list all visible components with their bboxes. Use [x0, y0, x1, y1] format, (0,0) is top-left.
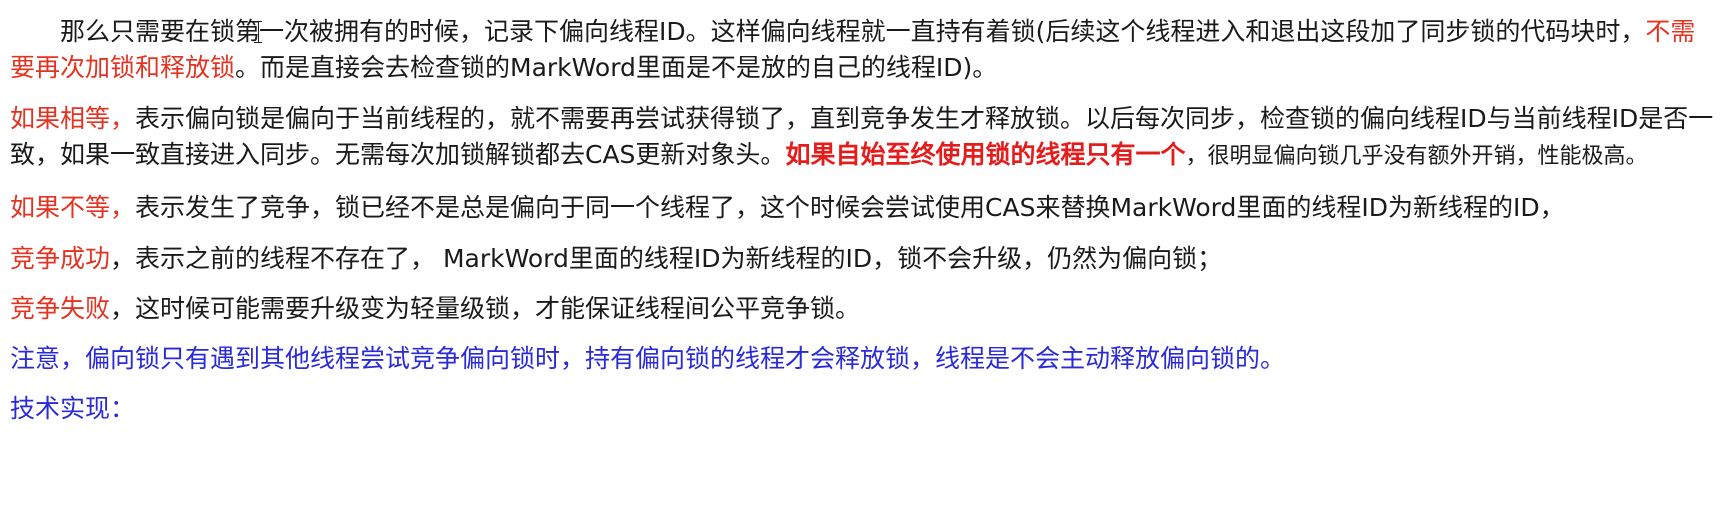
text-segment: 那么只需要在锁第 — [60, 17, 261, 46]
label-compete-success: 竞争成功 — [10, 244, 111, 273]
paragraph-if-not-equal: 如果不等，表示发生了竞争，锁已经不是总是偏向于同一个线程了，这个时候会尝试使用C… — [10, 190, 1718, 226]
paragraph-if-equal: 如果相等，表示偏向锁是偏向于当前线程的，就不需要再尝试获得锁了，直到竞争发生才释… — [10, 101, 1718, 175]
paragraph-biased-thread-record: 那么只需要在锁第一次被拥有的时候，记录下偏向线程ID。这样偏向线程就一直持有着锁… — [10, 14, 1718, 86]
text-segment: 表示发生了竞争，锁已经不是总是偏向于同一个线程了，这个时候会尝试使用CAS来替换… — [135, 193, 1565, 222]
paragraph-note: 注意，偏向锁只有遇到其他线程尝试竞争偏向锁时，持有偏向锁的线程才会释放锁，线程是… — [10, 341, 1718, 377]
paragraph-tech-impl: 技术实现： — [10, 391, 1718, 427]
label-compete-fail: 竞争失败 — [10, 294, 111, 323]
label-if-not-equal: 如果不等， — [10, 193, 136, 222]
document-page: 那么只需要在锁第一次被拥有的时候，记录下偏向线程ID。这样偏向线程就一直持有着锁… — [0, 0, 1728, 516]
text-segment: 一次被拥有的时候，记录下偏向线程ID。这样偏向线程就一直持有着锁(后续这个线程进… — [259, 17, 1646, 46]
paragraph-compete-success: 竞争成功，表示之前的线程不存在了， MarkWord里面的线程ID为新线程的ID… — [10, 241, 1718, 277]
section-heading-tech-impl: 技术实现： — [10, 394, 136, 423]
text-segment: ，这时候可能需要升级变为轻量级锁，才能保证线程间公平竞争锁。 — [110, 294, 861, 323]
label-if-equal: 如果相等， — [10, 104, 136, 133]
text-segment: ，很明显偏向锁几乎没有额外开销，性能极高。 — [1185, 144, 1648, 169]
highlight-single-thread: 如果自始至终使用锁的线程只有一个 — [785, 140, 1186, 169]
paragraph-compete-fail: 竞争失败，这时候可能需要升级变为轻量级锁，才能保证线程间公平竞争锁。 — [10, 291, 1718, 327]
text-segment: ，表示之前的线程不存在了， MarkWord里面的线程ID为新线程的ID，锁不会… — [110, 244, 1223, 273]
note-text: 注意，偏向锁只有遇到其他线程尝试竞争偏向锁时，持有偏向锁的线程才会释放锁，线程是… — [10, 344, 1286, 373]
text-segment: 。而是直接会去检查锁的MarkWord里面是不是放的自己的线程ID)。 — [235, 53, 998, 82]
text-cursor-icon — [254, 21, 263, 43]
